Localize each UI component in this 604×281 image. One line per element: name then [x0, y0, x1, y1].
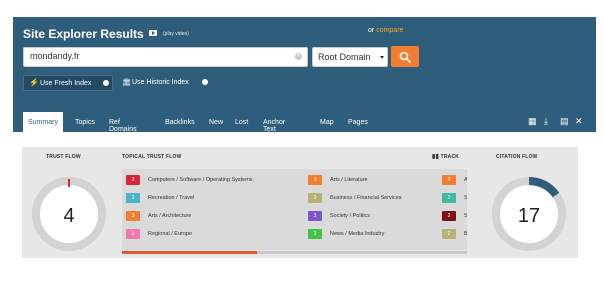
tool-icons: ▦ ⤓ ▤ ✕	[528, 115, 588, 127]
track-label: S	[464, 213, 467, 219]
site-explorer-header: Site Explorer Results (play video) or co…	[13, 17, 596, 133]
fresh-index-label: Use Fresh Index	[40, 80, 92, 87]
search-icon	[399, 51, 411, 63]
topic-label: News / Media Industry	[330, 231, 385, 237]
fresh-index-toggle[interactable]: ⚡ Use Fresh Index	[23, 75, 113, 91]
track-score-badge: 2	[442, 229, 456, 239]
scrollbar-thumb[interactable]	[122, 251, 257, 254]
topical-trust-flow-label: TOPICAL TRUST FLOW	[122, 154, 182, 160]
track-column: 2 A 2 S 2 S 2 B	[442, 169, 467, 250]
topic-score-badge: 3	[126, 175, 140, 185]
topic-score-badge: 3	[126, 211, 140, 221]
track-label-header: ▮▮ TRACK	[432, 154, 460, 160]
info-icon[interactable]	[202, 79, 208, 85]
compare-chart-icon[interactable]: ▦	[528, 115, 537, 127]
historic-index-label: Use Historic Index	[132, 79, 189, 86]
track-score-badge: 2	[442, 211, 456, 221]
search-button[interactable]	[391, 46, 419, 67]
video-icon[interactable]	[149, 30, 157, 36]
topic-score-badge: 3	[126, 229, 140, 239]
topic-label: Society / Politics	[330, 213, 371, 219]
historic-index-toggle[interactable]: 🏛 Use Historic Index	[120, 75, 220, 91]
tools-icon[interactable]: ✕	[575, 115, 583, 127]
tab-topics[interactable]: Topics	[75, 112, 95, 132]
tab-lost[interactable]: Lost	[235, 112, 248, 132]
tab-summary[interactable]: Summary	[23, 112, 63, 132]
tab-anchor-text[interactable]: Anchor Text	[263, 112, 285, 133]
topic-label: Arts / Architecture	[148, 213, 192, 219]
clear-icon[interactable]: ✕	[295, 53, 302, 60]
track-label: B	[464, 231, 467, 237]
topic-score-badge: 3	[308, 211, 322, 221]
citation-flow-label: CITATION FLOW	[496, 154, 538, 160]
bank-icon: 🏛	[122, 79, 131, 86]
tab-backlinks[interactable]: Backlinks	[165, 112, 195, 132]
bolt-icon: ⚡	[29, 78, 39, 87]
chevron-down-icon	[380, 56, 384, 59]
topic-label: Computers / Software / Operating Systems	[148, 177, 253, 183]
track-row[interactable]: 2 S	[442, 193, 467, 203]
horizontal-scrollbar[interactable]	[122, 251, 467, 254]
or-text: or	[368, 27, 375, 34]
tab-ref-domains[interactable]: Ref Domains	[109, 112, 137, 133]
track-label: S	[464, 195, 467, 201]
trust-flow-label: TRUST FLOW	[46, 154, 81, 160]
metrics-panel: TRUST FLOW 4 TOPICAL TRUST FLOW 3 Comput…	[22, 147, 578, 258]
topic-label: Recreation / Travel	[148, 195, 195, 201]
topic-label: Business / Financial Services	[330, 195, 402, 201]
topic-score-badge: 3	[308, 193, 322, 203]
compare-link[interactable]: compare	[376, 27, 403, 34]
compare-prompt: or compare	[368, 27, 403, 34]
topic-score-badge: 3	[308, 175, 322, 185]
scope-select[interactable]: Root Domain	[312, 47, 388, 67]
track-label: A	[464, 177, 467, 183]
trust-flow-value: 4	[63, 205, 74, 227]
track-row[interactable]: 2 B	[442, 229, 467, 239]
citation-flow-value: 17	[518, 205, 540, 227]
download-icon[interactable]: ⤓	[544, 115, 548, 127]
topic-score-badge: 3	[126, 193, 140, 203]
tab-pages[interactable]: Pages	[348, 112, 368, 132]
track-row[interactable]: 2 A	[442, 175, 467, 185]
page-title: Site Explorer Results	[23, 27, 144, 41]
topic-score-badge: 3	[308, 229, 322, 239]
tab-new[interactable]: New	[209, 112, 223, 132]
topical-trust-flow-table: 3 Computers / Software / Operating Syste…	[122, 169, 467, 250]
bar-chart-icon: ▮▮	[432, 154, 440, 160]
info-icon[interactable]	[103, 80, 109, 86]
tab-map[interactable]: Map	[320, 112, 334, 132]
topic-label: Arts / Literature	[330, 177, 368, 183]
play-video-link[interactable]: (play video)	[163, 31, 189, 37]
calculator-icon[interactable]: ▤	[560, 115, 569, 127]
topic-label: Regional / Europe	[148, 231, 193, 237]
track-score-badge: 2	[442, 193, 456, 203]
search-input[interactable]: mondandy.fr	[23, 47, 308, 67]
track-row[interactable]: 2 S	[442, 211, 467, 221]
trust-flow-gauge: 4	[32, 177, 106, 251]
track-score-badge: 2	[442, 175, 456, 185]
citation-flow-gauge: 17	[492, 177, 566, 251]
